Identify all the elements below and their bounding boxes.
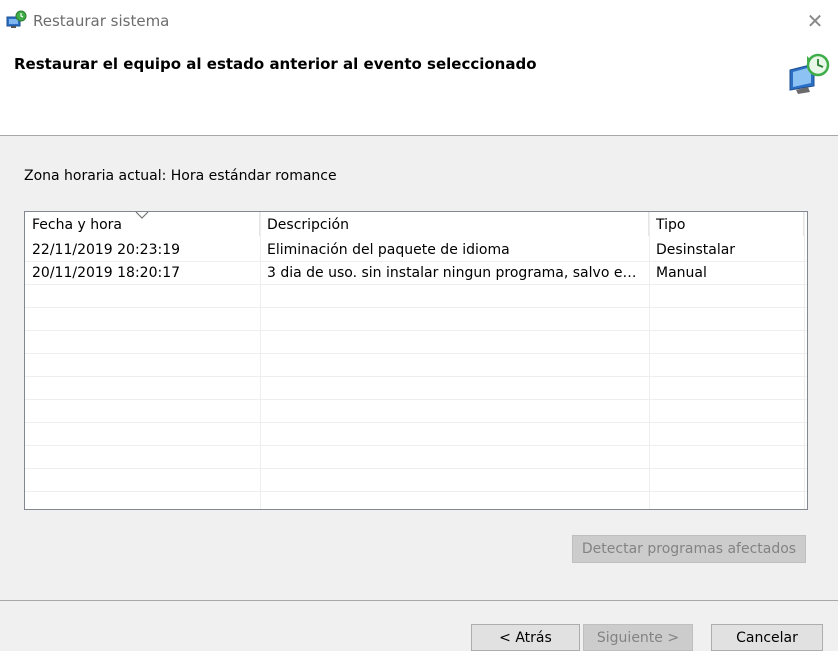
- empty-row: [25, 354, 807, 377]
- empty-row: [25, 331, 807, 354]
- cancel-button[interactable]: Cancelar: [711, 624, 823, 651]
- system-restore-clock-icon: [789, 53, 830, 94]
- empty-row: [25, 308, 807, 331]
- empty-row: [25, 285, 807, 308]
- scan-affected-programs-button[interactable]: Detectar programas afectados: [572, 535, 806, 563]
- timezone-label: Zona horaria actual: Hora estándar roman…: [24, 168, 337, 184]
- close-icon[interactable]: ✕: [798, 6, 832, 36]
- system-restore-icon: [6, 10, 27, 28]
- row-description: Eliminación del paquete de idioma: [267, 242, 510, 258]
- column-header-description-label: Descripción: [267, 217, 349, 233]
- window-title: Restaurar sistema: [33, 12, 170, 30]
- system-restore-window: Restaurar sistema ✕ Restaurar el equipo …: [0, 0, 838, 651]
- column-header-type-label: Tipo: [656, 217, 686, 233]
- empty-row: [25, 492, 807, 509]
- row-date: 22/11/2019 20:23:19: [32, 242, 181, 258]
- sort-chevron-down-icon: [135, 212, 149, 219]
- table-row[interactable]: 22/11/2019 20:23:19 Eliminación del paqu…: [25, 239, 807, 262]
- empty-row: [25, 446, 807, 469]
- table-row[interactable]: 20/11/2019 18:20:17 3 dia de uso. sin in…: [25, 262, 807, 285]
- empty-row: [25, 469, 807, 492]
- back-button[interactable]: < Atrás: [471, 624, 580, 651]
- row-type: Desinstalar: [656, 242, 736, 258]
- footer-divider: [0, 600, 838, 601]
- row-type: Manual: [656, 265, 707, 281]
- next-button[interactable]: Siguiente >: [583, 624, 693, 651]
- row-date: 20/11/2019 18:20:17: [32, 265, 181, 281]
- page-heading: Restaurar el equipo al estado anterior a…: [14, 55, 537, 73]
- restore-points-list[interactable]: Fecha y hora Descripción Tipo 22/11/2019…: [24, 211, 808, 510]
- column-header-date[interactable]: Fecha y hora: [25, 212, 260, 236]
- empty-row: [25, 400, 807, 423]
- column-header-date-label: Fecha y hora: [32, 217, 123, 233]
- column-header-description[interactable]: Descripción: [260, 212, 649, 236]
- empty-row: [25, 423, 807, 446]
- empty-row: [25, 377, 807, 400]
- column-header-type[interactable]: Tipo: [649, 212, 804, 236]
- wizard-header: Restaurar sistema ✕ Restaurar el equipo …: [0, 0, 838, 136]
- row-description: 3 dia de uso. sin instalar ningun progra…: [267, 265, 637, 281]
